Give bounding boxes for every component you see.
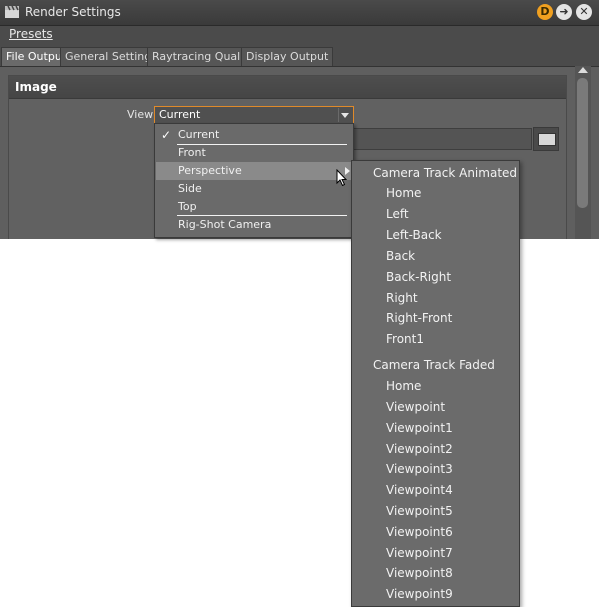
scroll-up-icon[interactable] <box>578 67 588 73</box>
arrow-right-icon[interactable]: ➜ <box>556 4 572 20</box>
browse-folder-button[interactable] <box>533 127 559 151</box>
output-path-field[interactable] <box>352 128 532 150</box>
checkmark-icon: ✓ <box>161 128 172 142</box>
view-label: View <box>127 108 154 121</box>
submenu-item-back-right[interactable]: Back-Right <box>352 267 519 287</box>
panel-title: Image <box>15 80 57 94</box>
submenu-item-viewpoint6[interactable]: Viewpoint6 <box>352 522 519 542</box>
folder-icon <box>538 133 556 146</box>
submenu-item-viewpoint9[interactable]: Viewpoint9 <box>352 584 519 604</box>
clapperboard-icon <box>5 5 19 18</box>
vertical-scrollbar[interactable] <box>575 66 591 239</box>
submenu-item-viewpoint4[interactable]: Viewpoint4 <box>352 480 519 500</box>
submenu-header-camera-track-faded: Camera Track Faded <box>373 358 495 372</box>
tab-display-output[interactable]: Display Output <box>241 47 334 66</box>
view-select[interactable]: Current <box>154 106 354 124</box>
perspective-submenu: Camera Track Animated Home Left Left-Bac… <box>351 160 520 607</box>
dropdown-item-current[interactable]: ✓ Current <box>156 126 352 144</box>
title-bar[interactable]: Render Settings D ➜ ✕ <box>0 0 599 26</box>
dropdown-item-rig-shot-camera[interactable]: Rig-Shot Camera <box>156 216 352 234</box>
menu-bar: Presets <box>0 26 599 44</box>
submenu-item-viewpoint1[interactable]: Viewpoint1 <box>352 418 519 438</box>
submenu-item-home[interactable]: Home <box>352 183 519 203</box>
submenu-item-back[interactable]: Back <box>352 246 519 266</box>
mouse-cursor-icon <box>336 169 348 187</box>
submenu-header-camera-track-animated: Camera Track Animated <box>373 166 518 180</box>
scrollbar-thumb[interactable] <box>577 78 588 208</box>
d-badge-button[interactable]: D <box>537 4 553 20</box>
dropdown-item-side[interactable]: Side <box>156 180 352 198</box>
tab-bar: File Output General Settings Raytracing … <box>0 44 599 67</box>
submenu-item-viewpoint[interactable]: Viewpoint <box>352 397 519 417</box>
chevron-down-icon[interactable] <box>338 108 351 122</box>
submenu-item-viewpoint8[interactable]: Viewpoint8 <box>352 563 519 583</box>
presets-menu[interactable]: Presets <box>9 27 53 41</box>
submenu-item-viewpoint3[interactable]: Viewpoint3 <box>352 459 519 479</box>
submenu-item-home[interactable]: Home <box>352 376 519 396</box>
submenu-item-left-back[interactable]: Left-Back <box>352 225 519 245</box>
submenu-item-viewpoint7[interactable]: Viewpoint7 <box>352 543 519 563</box>
window-title: Render Settings <box>25 5 121 19</box>
image-panel-header[interactable]: Image <box>9 76 566 99</box>
submenu-item-viewpoint2[interactable]: Viewpoint2 <box>352 439 519 459</box>
view-select-value: Current <box>159 108 201 121</box>
submenu-item-right-front[interactable]: Right-Front <box>352 308 519 328</box>
dropdown-item-front[interactable]: Front <box>156 144 352 162</box>
submenu-item-viewpoint5[interactable]: Viewpoint5 <box>352 501 519 521</box>
view-dropdown-menu: ✓ Current Front Perspective Side Top Rig… <box>154 123 354 238</box>
submenu-item-front1[interactable]: Front1 <box>352 329 519 349</box>
close-icon[interactable]: ✕ <box>576 4 592 20</box>
dropdown-item-perspective[interactable]: Perspective <box>156 162 352 180</box>
submenu-item-left[interactable]: Left <box>352 204 519 224</box>
submenu-item-right[interactable]: Right <box>352 288 519 308</box>
dropdown-item-top[interactable]: Top <box>156 198 352 216</box>
